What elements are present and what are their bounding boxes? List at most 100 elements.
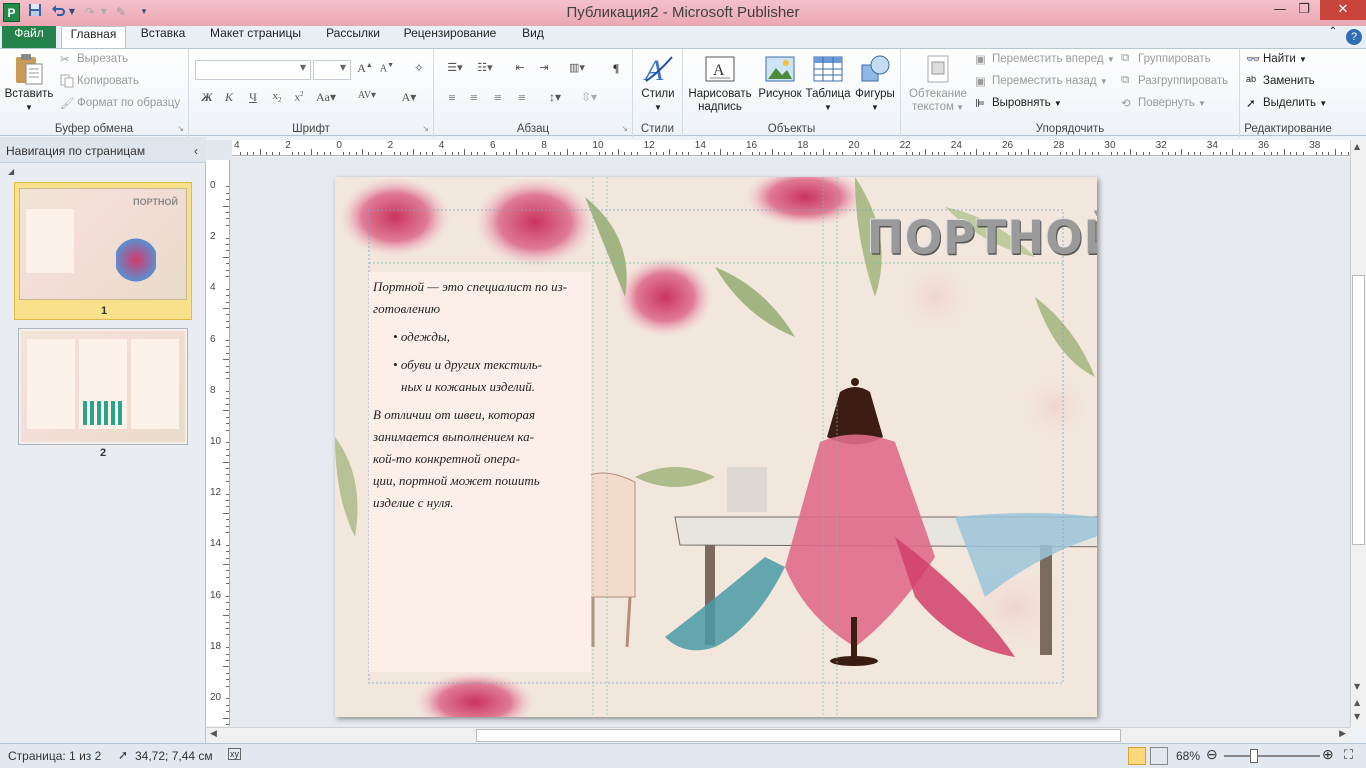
table-button[interactable]: Таблица ▼ [805, 53, 851, 114]
increase-indent-icon[interactable]: ⇥ [534, 61, 554, 79]
ruler-h-tick [349, 152, 351, 155]
body-text-box[interactable]: Портной — это специалист по из- готовлен… [369, 272, 591, 672]
tab-page-design[interactable]: Макет страницы [203, 26, 308, 48]
shapes-button[interactable]: Фигуры ▼ [853, 53, 897, 114]
fit-page-icon[interactable]: ⛶ [1344, 747, 1353, 763]
styles-button[interactable]: A Стили ▼ [637, 53, 679, 114]
grow-font-icon[interactable]: A▲ [355, 61, 375, 79]
ruler-h-tick [790, 152, 792, 155]
wrap-text-button[interactable]: Обтекание текстом ▼ [905, 53, 971, 114]
bold-icon[interactable]: Ж [197, 90, 217, 108]
replace-button[interactable]: ab Заменить [1246, 74, 1315, 94]
character-spacing-icon[interactable]: AV▾ [354, 90, 380, 108]
two-page-view-icon[interactable] [1150, 747, 1168, 765]
previous-page-icon[interactable]: ▲ [1354, 698, 1360, 707]
ruler-h-tick [1110, 152, 1112, 155]
zoom-level[interactable]: 68% [1176, 749, 1200, 763]
bullets-icon[interactable]: ☰▾ [442, 61, 468, 79]
single-page-view-icon[interactable] [1128, 747, 1146, 765]
status-bar: Страница: 1 из 2 ➚ 34,72; 7,44 см xy 68%… [0, 743, 1366, 768]
line-spacing-icon[interactable]: ↕▾ [542, 90, 568, 108]
scroll-up-icon[interactable]: ▲ [1354, 142, 1360, 151]
format-painter-button[interactable]: 🖌 Формат по образцу [60, 96, 180, 116]
zoom-in-icon[interactable]: ⊕ [1322, 746, 1334, 763]
help-icon[interactable]: ? [1346, 29, 1362, 45]
italic-icon[interactable]: К [219, 90, 239, 108]
next-page-icon[interactable]: ▼ [1354, 712, 1360, 721]
zoom-slider-thumb[interactable] [1249, 749, 1258, 763]
vertical-scroll-thumb[interactable] [1352, 275, 1365, 545]
subscript-icon[interactable]: x2 [267, 90, 287, 108]
font-launcher-icon[interactable]: ↘ [422, 124, 429, 133]
align-center-icon[interactable]: ≡ [464, 90, 484, 108]
workspace-canvas[interactable]: ПОРТНОЙ Портной — это специалист по из- … [230, 157, 1350, 727]
align-right-icon[interactable]: ≡ [488, 90, 508, 108]
superscript-icon[interactable]: x2 [289, 90, 309, 108]
picture-button[interactable]: Рисунок [757, 53, 803, 101]
ruler-h-tick [1098, 152, 1099, 155]
ruler-v-tick [226, 493, 229, 495]
align-button[interactable]: ⊫ Выровнять ▼ [975, 96, 1062, 116]
copy-button[interactable]: Копировать [60, 74, 139, 94]
rotate-button[interactable]: ⟲ Повернуть ▼ [1121, 96, 1206, 116]
ungroup-button[interactable]: ⧉ Разгруппировать [1121, 74, 1228, 94]
heading-wordart[interactable]: ПОРТНОЙ [867, 212, 1097, 266]
justify-icon[interactable]: ≡ [512, 90, 532, 108]
tab-home[interactable]: Главная [61, 26, 126, 49]
close-button[interactable]: ✕ [1320, 0, 1366, 20]
cut-button[interactable]: ✂ Вырезать [60, 52, 128, 72]
select-button[interactable]: ➚ Выделить ▼ [1246, 96, 1327, 116]
send-backward-button[interactable]: ▣ Переместить назад ▼ [975, 74, 1108, 94]
page-2-thumbnail[interactable] [18, 328, 188, 445]
horizontal-scrollbar[interactable]: ◀ ▶ [206, 727, 1350, 743]
align-left-icon[interactable]: ≡ [442, 90, 462, 108]
decrease-indent-icon[interactable]: ⇤ [510, 61, 530, 79]
show-formatting-icon[interactable]: ¶ [606, 61, 626, 79]
horizontal-scroll-thumb[interactable] [476, 729, 1121, 742]
underline-icon[interactable]: Ч [243, 90, 263, 108]
paragraph-spacing-icon[interactable]: ⇳▾ [576, 90, 602, 108]
font-name-combo[interactable]: ▼ [195, 60, 311, 80]
tab-insert[interactable]: Вставка [134, 26, 192, 48]
find-button[interactable]: 👓 Найти ▼ [1246, 52, 1307, 72]
ruler-h-tick [893, 152, 895, 155]
paragraph-launcher-icon[interactable]: ↘ [621, 124, 628, 133]
tab-review[interactable]: Рецензирование [396, 26, 504, 48]
page-indicator[interactable]: Страница: 1 из 2 [8, 749, 101, 763]
font-color-icon[interactable]: A▾ [396, 90, 422, 108]
bring-forward-button[interactable]: ▣ Переместить вперед ▼ [975, 52, 1115, 72]
ruler-h-tick [445, 152, 447, 155]
paste-button[interactable]: Вставить ▼ [4, 53, 54, 114]
horizontal-ruler[interactable]: 4 2 0 2 4 6 8 10 12 14 16 18 20 22 24 26 28 30 32 34 36 38 [232, 140, 1355, 156]
draw-textbox-button[interactable]: A Нарисовать надпись [687, 53, 753, 114]
scroll-left-icon[interactable]: ◀ [210, 729, 217, 739]
numbering-icon[interactable]: ☷▾ [472, 61, 498, 79]
thumb1-heading: ПОРТНОЙ [133, 197, 178, 207]
tab-file[interactable]: Файл [2, 26, 56, 48]
ruler-h-tick [707, 152, 709, 155]
expand-section-icon[interactable]: ◢ [8, 167, 14, 176]
vertical-ruler[interactable]: 0 2 4 6 8 10 12 14 16 18 20 [206, 160, 230, 738]
shrink-font-icon[interactable]: A▼ [377, 61, 397, 79]
page-1-thumbnail[interactable]: ПОРТНОЙ 1 [14, 182, 192, 320]
zoom-out-icon[interactable]: ⊖ [1206, 746, 1218, 763]
clear-format-icon[interactable]: ✧ [409, 61, 429, 79]
tab-mailings[interactable]: Рассылки [320, 26, 386, 48]
clipboard-launcher-icon[interactable]: ↘ [177, 124, 184, 133]
tab-view[interactable]: Вид [514, 26, 552, 48]
scroll-right-icon[interactable]: ▶ [1339, 729, 1346, 739]
collapse-pane-icon[interactable]: ‹ [194, 137, 198, 165]
font-size-combo[interactable]: ▼ [313, 60, 351, 80]
zoom-slider[interactable] [1224, 749, 1320, 763]
ruler-h-label: 4 [234, 140, 240, 151]
vertical-scrollbar[interactable]: ▲ ▼ ▲ ▼ [1350, 140, 1366, 727]
change-case-icon[interactable]: Aa▾ [313, 90, 339, 108]
ruler-v-tick [226, 250, 229, 252]
publication-page[interactable]: ПОРТНОЙ Портной — это специалист по из- … [335, 177, 1097, 717]
restore-button[interactable]: ❐ [1290, 0, 1318, 20]
scroll-down-icon[interactable]: ▼ [1354, 682, 1360, 691]
columns-icon[interactable]: ▥▾ [564, 61, 590, 79]
ruler-h-tick [701, 152, 703, 155]
group-button[interactable]: ⧉ Группировать [1121, 52, 1211, 72]
minimize-ribbon-icon[interactable]: ⌃ [1326, 26, 1340, 48]
